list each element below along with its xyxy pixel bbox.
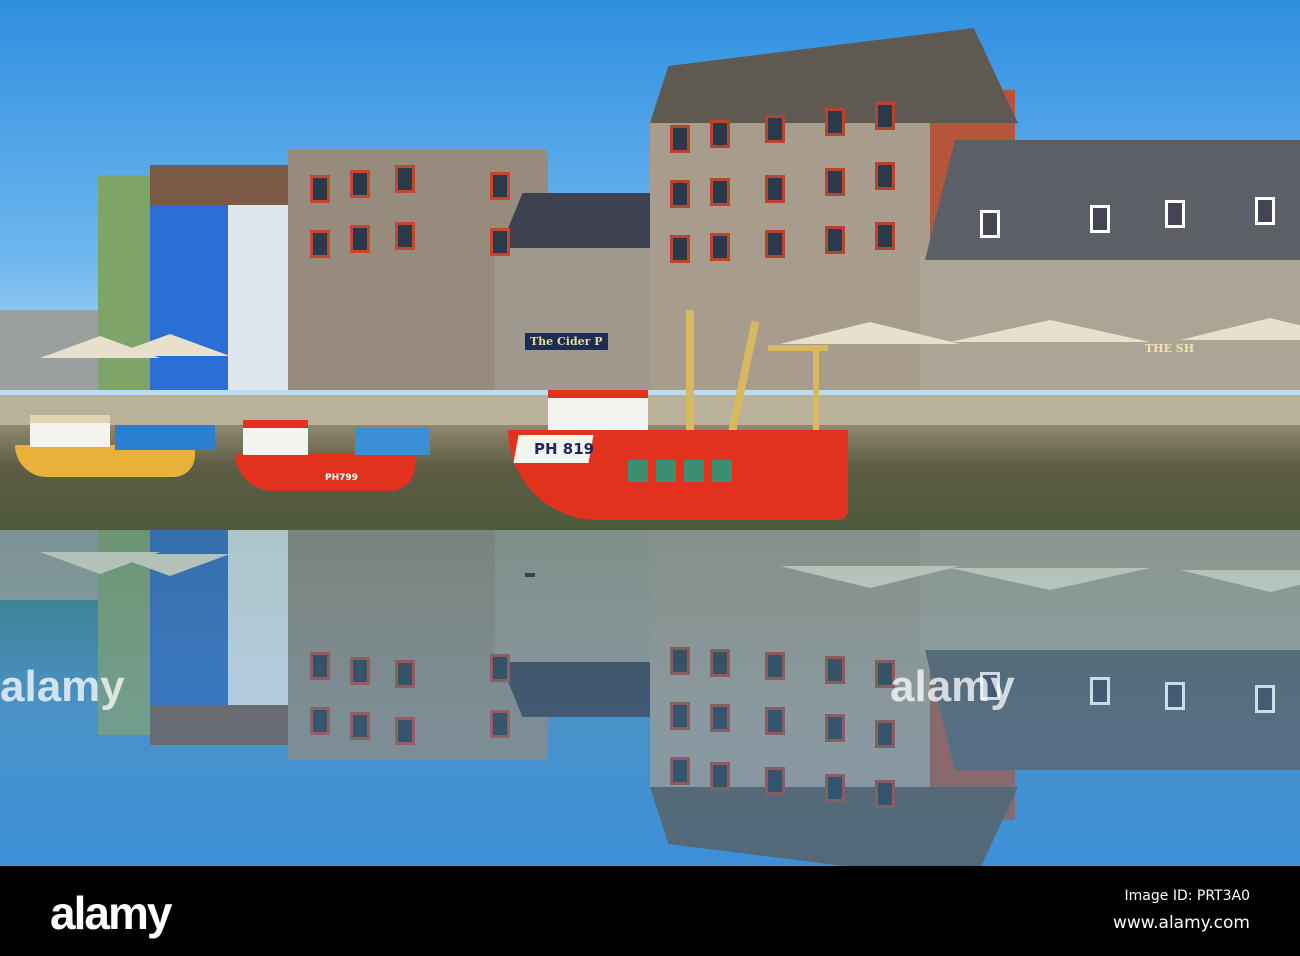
reflected-shape <box>490 710 510 738</box>
yellow-boat <box>15 410 215 480</box>
white-building <box>228 520 290 705</box>
roof <box>500 662 650 717</box>
parasol <box>110 334 230 356</box>
window <box>765 230 785 258</box>
window <box>825 108 845 136</box>
roof <box>150 705 290 745</box>
window <box>395 165 415 193</box>
reflected-shape <box>710 762 730 790</box>
window <box>1090 205 1110 233</box>
pub-roof <box>925 140 1300 260</box>
reflected-shape <box>1090 677 1110 705</box>
window <box>350 225 370 253</box>
boat-part <box>115 425 215 450</box>
reflected-shape <box>670 647 690 675</box>
boat-part <box>243 420 308 455</box>
reflected-shape <box>765 707 785 735</box>
boat-part <box>355 427 430 455</box>
image-id: Image ID: PRT3A0 <box>1124 888 1250 904</box>
reflected-shape <box>825 774 845 802</box>
reflected-shape <box>670 757 690 785</box>
reflected-shape <box>765 652 785 680</box>
pub-sign <box>525 573 535 577</box>
window <box>1255 197 1275 225</box>
window <box>710 233 730 261</box>
alamy-logo: alamy <box>50 887 172 939</box>
reflected-shape <box>1255 685 1275 713</box>
window <box>825 168 845 196</box>
window <box>350 170 370 198</box>
harbour-water <box>0 480 1300 866</box>
reflected-shape <box>490 654 510 682</box>
watermark: alamy <box>0 662 125 711</box>
reflected-shape <box>350 657 370 685</box>
roof <box>150 165 290 205</box>
window <box>875 162 895 190</box>
lobster-pots <box>628 460 738 482</box>
parasol <box>1180 570 1300 592</box>
window <box>310 175 330 203</box>
window <box>710 178 730 206</box>
reflected-shape <box>825 656 845 684</box>
roof <box>500 193 650 248</box>
right-pub-sign: THE SH <box>1145 342 1195 355</box>
reflected-shape <box>825 714 845 742</box>
parasol <box>950 568 1150 590</box>
reflected-shape <box>875 720 895 748</box>
window <box>670 125 690 153</box>
reflected-shape <box>765 767 785 795</box>
boat-part <box>768 345 828 351</box>
window <box>765 175 785 203</box>
parasol <box>110 554 230 576</box>
boat-part <box>686 310 694 450</box>
parasol <box>1180 318 1300 340</box>
window <box>875 102 895 130</box>
window <box>490 228 510 256</box>
window <box>670 180 690 208</box>
reflected-shape <box>710 704 730 732</box>
window <box>825 226 845 254</box>
building-reflection <box>0 480 1300 866</box>
parasol <box>780 566 960 588</box>
blue-building <box>150 185 230 390</box>
window <box>980 210 1000 238</box>
watermark: alamy <box>890 662 1015 711</box>
boat-part <box>235 453 415 491</box>
window <box>490 172 510 200</box>
boat-part <box>30 415 110 447</box>
small-red-boat: PH799 <box>235 415 435 495</box>
reflected-shape <box>1165 682 1185 710</box>
reflected-shape <box>395 660 415 688</box>
window <box>765 115 785 143</box>
boat-registration: PH799 <box>325 473 358 483</box>
window <box>395 222 415 250</box>
boat-part <box>548 390 648 435</box>
boat-registration-main: PH 819 <box>534 440 595 458</box>
reflected-shape <box>395 717 415 745</box>
parasol <box>950 320 1150 342</box>
footer-bar: alamy Image ID: PRT3A0 www.alamy.com <box>0 866 1300 956</box>
reflected-shape <box>670 702 690 730</box>
reflected-shape <box>875 780 895 808</box>
window <box>1165 200 1185 228</box>
harbour-photo: The Cider P THE SH PH799 PH 819 alamy al… <box>0 0 1300 866</box>
reflected-shape <box>350 712 370 740</box>
reflected-buildings <box>0 480 1300 866</box>
window <box>310 230 330 258</box>
blue-building <box>150 520 230 725</box>
reflected-shape <box>310 652 330 680</box>
website-link[interactable]: www.alamy.com <box>1113 913 1250 933</box>
window <box>875 222 895 250</box>
window <box>710 120 730 148</box>
window <box>670 235 690 263</box>
red-fishing-trawler: PH 819 <box>508 310 853 535</box>
cider-press-building <box>495 520 655 665</box>
white-building <box>228 205 290 390</box>
reflected-shape <box>310 707 330 735</box>
reflected-shape <box>710 649 730 677</box>
